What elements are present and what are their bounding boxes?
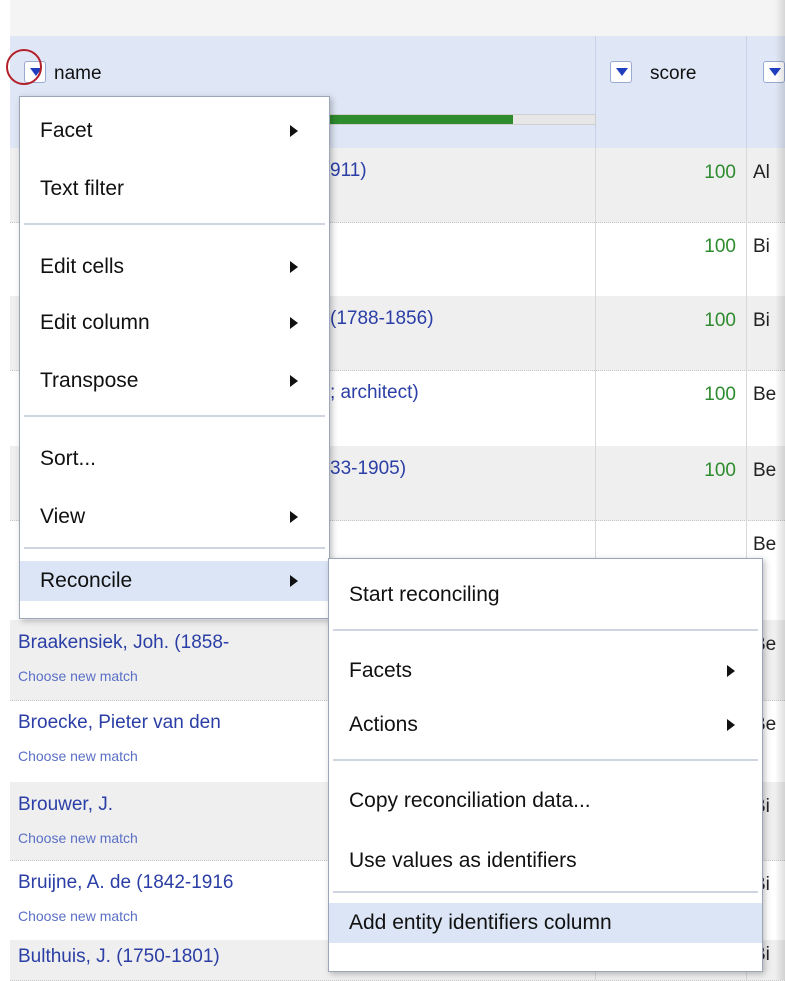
menu-item-actions[interactable]: Actions xyxy=(329,705,762,745)
third-value: Be xyxy=(753,534,777,555)
menu-item-label: Text filter xyxy=(40,177,125,200)
menu-item-view[interactable]: View xyxy=(20,497,329,537)
score-value: 100 xyxy=(704,460,736,481)
score-cell: 100 xyxy=(596,296,747,370)
toolbar-strip xyxy=(10,0,785,37)
menu-separator xyxy=(333,759,758,761)
menu-item-copy-reconciliation-data[interactable]: Copy reconciliation data... xyxy=(329,781,762,821)
menu-separator xyxy=(333,891,758,893)
menu-separator xyxy=(24,415,325,417)
submenu-arrow-icon xyxy=(290,575,298,587)
third-value: Be xyxy=(753,460,777,481)
menu-item-label: Edit cells xyxy=(40,255,125,278)
submenu-arrow-icon xyxy=(290,317,298,329)
menu-item-facets[interactable]: Facets xyxy=(329,651,762,691)
menu-item-reconcile[interactable]: Reconcile xyxy=(20,561,329,601)
menu-item-start-reconciling[interactable]: Start reconciling xyxy=(329,575,762,615)
menu-item-label: Facets xyxy=(349,659,413,682)
score-cell: 100 xyxy=(596,222,747,296)
menu-separator xyxy=(24,223,325,225)
score-value: 100 xyxy=(704,384,736,405)
annotation-circle xyxy=(6,49,42,85)
third-value: Bi xyxy=(753,310,770,331)
column-header-score: score xyxy=(596,36,747,148)
menu-separator xyxy=(333,629,758,631)
score-column-dropdown-icon[interactable] xyxy=(610,61,632,83)
match-link[interactable]: ; architect) xyxy=(330,382,419,404)
third-value: Bi xyxy=(753,236,770,257)
match-link[interactable]: Broecke, Pieter van den xyxy=(18,712,221,734)
score-cell: 100 xyxy=(596,370,747,446)
match-link[interactable]: 911) xyxy=(330,160,367,182)
menu-item-sort[interactable]: Sort... xyxy=(20,439,329,479)
menu-item-text-filter[interactable]: Text filter xyxy=(20,169,329,209)
score-column-label: score xyxy=(650,63,697,84)
reconciliation-progress-bar xyxy=(320,114,596,125)
choose-new-match-link[interactable]: Choose new match xyxy=(18,908,138,924)
menu-item-edit-cells[interactable]: Edit cells xyxy=(20,247,329,287)
third-value: Be xyxy=(753,384,777,405)
third-value: Al xyxy=(753,162,770,183)
menu-item-add-entity-identifiers-column[interactable]: Add entity identifiers column xyxy=(329,903,762,943)
menu-separator xyxy=(24,547,325,549)
choose-new-match-link[interactable]: Choose new match xyxy=(18,830,138,846)
menu-item-label: Copy reconciliation data... xyxy=(349,789,591,812)
score-cell: 100 xyxy=(596,148,747,222)
choose-new-match-link[interactable]: Choose new match xyxy=(18,748,138,764)
score-value: 100 xyxy=(704,236,736,257)
menu-item-label: View xyxy=(40,505,86,528)
submenu-arrow-icon xyxy=(727,665,735,677)
reconciliation-progress-fill xyxy=(321,115,513,124)
menu-item-label: Use values as identifiers xyxy=(349,849,577,872)
menu-item-facet[interactable]: Facet xyxy=(20,111,329,151)
submenu-arrow-icon xyxy=(727,719,735,731)
reconcile-submenu: Start reconciling Facets Actions Copy recon… xyxy=(328,558,763,972)
menu-item-label: Start reconciling xyxy=(349,583,500,606)
menu-item-transpose[interactable]: Transpose xyxy=(20,361,329,401)
column-dropdown-menu: Facet Text filter Edit cells Edit column Tra… xyxy=(19,96,330,619)
match-link[interactable]: (1788-1856) xyxy=(330,308,434,330)
name-column-label: name xyxy=(54,63,102,84)
menu-item-label: Reconcile xyxy=(40,569,133,592)
match-link[interactable]: Bulthuis, J. (1750-1801) xyxy=(18,946,220,968)
submenu-arrow-icon xyxy=(290,375,298,387)
menu-item-label: Facet xyxy=(40,119,93,142)
menu-item-edit-column[interactable]: Edit column xyxy=(20,303,329,343)
score-value: 100 xyxy=(704,310,736,331)
menu-item-label: Transpose xyxy=(40,369,139,392)
match-link[interactable]: Brouwer, J. xyxy=(18,794,113,816)
edge-shadow xyxy=(775,0,785,980)
choose-new-match-link[interactable]: Choose new match xyxy=(18,668,138,684)
menu-item-label: Actions xyxy=(349,713,418,736)
menu-item-label: Edit column xyxy=(40,311,150,334)
score-cell: 100 xyxy=(596,446,747,520)
match-link[interactable]: Bruijne, A. de (1842-1916 xyxy=(18,872,234,894)
submenu-arrow-icon xyxy=(290,125,298,137)
match-link[interactable]: 33-1905) xyxy=(330,458,406,480)
match-link[interactable]: Braakensiek, Joh. (1858- xyxy=(18,632,229,654)
score-value: 100 xyxy=(704,162,736,183)
menu-item-label: Sort... xyxy=(40,447,97,470)
menu-item-label: Add entity identifiers column xyxy=(349,911,612,934)
menu-item-use-values-as-identifiers[interactable]: Use values as identifiers xyxy=(329,841,762,881)
submenu-arrow-icon xyxy=(290,261,298,273)
submenu-arrow-icon xyxy=(290,511,298,523)
